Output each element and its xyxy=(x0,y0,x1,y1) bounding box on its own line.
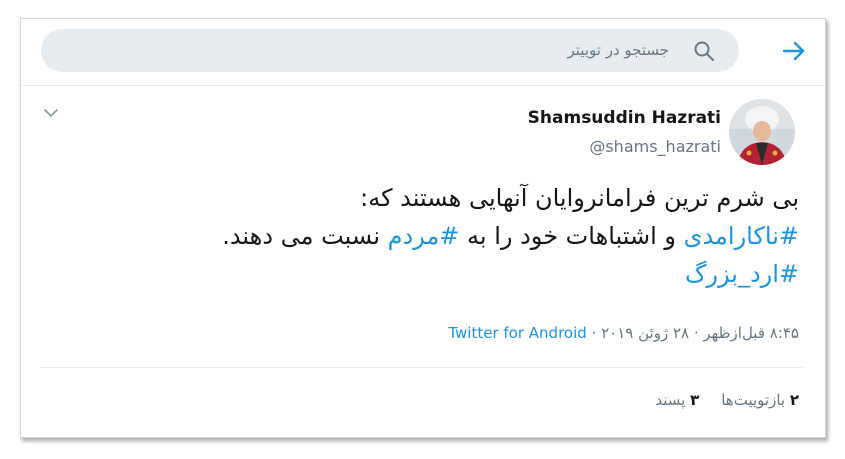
tweet-line-1: بی شرم ترین فرامانروایان آنهایی هستند که… xyxy=(360,184,799,212)
tweet-text: بی شرم ترین فرامانروایان آنهایی هستند که… xyxy=(39,179,799,293)
chevron-down-icon[interactable] xyxy=(43,107,59,119)
retweets-stat[interactable]: ۲ بازتوییت‌ها xyxy=(721,391,799,409)
avatar[interactable] xyxy=(729,99,795,165)
back-arrow-icon[interactable] xyxy=(781,40,807,62)
timestamp[interactable]: ۸:۴۵ قبل‌ازظهر · ۲۸ ژوئن ۲۰۱۹ xyxy=(601,324,799,342)
retweets-count: ۲ xyxy=(789,391,799,409)
hashtag-link[interactable]: #ارد_بزرگ xyxy=(685,260,799,288)
tweet-line-2: #ناکارامدی و اشتباهات خود را به #مردم نس… xyxy=(39,217,799,255)
search-box[interactable]: جستجو در توییتر xyxy=(41,29,739,72)
retweets-label: بازتوییت‌ها xyxy=(721,391,786,409)
top-bar: جستجو در توییتر xyxy=(21,19,825,86)
likes-count: ۳ xyxy=(690,391,700,409)
tweet-window: جستجو در توییتر Shamsuddin Hazrati @sham… xyxy=(20,18,826,438)
likes-stat[interactable]: ۳ پسند xyxy=(655,391,699,409)
author-name[interactable]: Shamsuddin Hazrati xyxy=(528,108,721,128)
tweet-meta: ۸:۴۵ قبل‌ازظهر · ۲۸ ژوئن ۲۰۱۹ · Twitter … xyxy=(448,324,799,342)
tweet-line-3: #ارد_بزرگ xyxy=(39,255,799,293)
tweet-stats: ۲ بازتوییت‌ها ۳ پسند xyxy=(633,391,799,409)
tweet-text-segment: نسبت می دهند. xyxy=(222,222,388,250)
author-handle[interactable]: @shams_hazrati xyxy=(589,137,721,156)
meta-separator: · xyxy=(586,324,602,342)
hashtag-link[interactable]: #ناکارامدی xyxy=(684,222,799,250)
search-input[interactable]: جستجو در توییتر xyxy=(568,41,670,59)
hashtag-link[interactable]: #مردم xyxy=(388,222,460,250)
tweet-text-segment: و اشتباهات خود را به xyxy=(459,222,684,250)
divider xyxy=(41,367,805,368)
search-icon xyxy=(694,41,714,61)
source-link[interactable]: Twitter for Android xyxy=(448,324,586,342)
likes-label: پسند xyxy=(655,391,686,409)
